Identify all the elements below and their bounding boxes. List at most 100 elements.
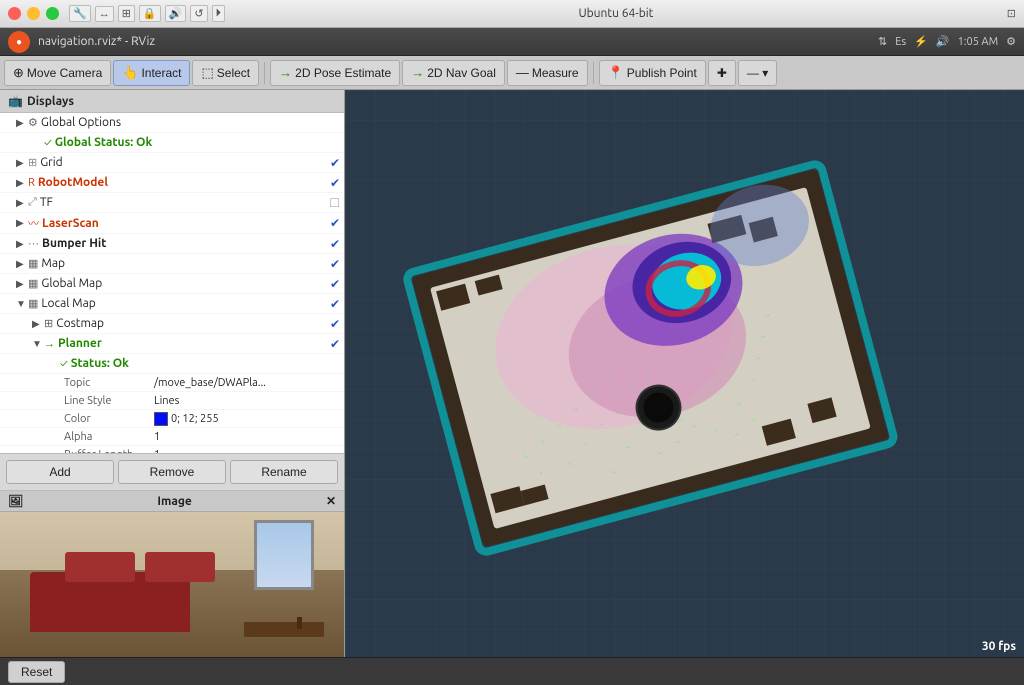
pose-estimate-button[interactable]: → 2D Pose Estimate (270, 60, 400, 86)
label-robot-model: RobotModel (38, 176, 320, 189)
tree-item-global-status[interactable]: ▶ ✓ Global Status: Ok (0, 133, 344, 153)
label-global-options: Global Options (41, 116, 340, 129)
arrow-laser-scan[interactable]: ▶ (16, 217, 26, 229)
separator-1 (264, 62, 265, 84)
icon-laser-scan: 〰 (28, 215, 39, 231)
toolbar-icon-2[interactable]: ↔ (95, 6, 114, 22)
room-table (244, 622, 324, 637)
tree-item-grid[interactable]: ▶ ⊞ Grid ✔ (0, 153, 344, 173)
publish-point-button[interactable]: 📍 Publish Point (599, 60, 706, 86)
tool-options-button[interactable]: — ▾ (738, 60, 777, 86)
arrow-planner[interactable]: ▼ (32, 338, 42, 350)
label-laser-scan: LaserScan (42, 217, 320, 230)
move-camera-button[interactable]: ⊕ Move Camera (4, 60, 111, 86)
arrow-local-map[interactable]: ▼ (16, 298, 26, 310)
sofa-cushion-right (145, 552, 215, 582)
checkbox-robot-model[interactable]: ✔ (320, 176, 340, 190)
checkbox-map[interactable]: ✔ (320, 257, 340, 271)
settings-icon[interactable]: ⚙ (1006, 35, 1016, 48)
tree-item-local-map[interactable]: ▼ ▦ Local Map ✔ (0, 294, 344, 314)
tree-item-costmap[interactable]: ▶ ⊞ Costmap ✔ (0, 314, 344, 334)
select-button[interactable]: ⬚ Select (192, 60, 259, 86)
arrow-tf[interactable]: ▶ (16, 197, 26, 209)
icon-global-map: ▦ (28, 277, 38, 290)
icon-bumper-hit: ⋯ (28, 237, 39, 250)
prop-color: Color 0; 12; 255 (0, 410, 344, 428)
checkbox-tf[interactable]: ☐ (320, 196, 340, 210)
ubuntu-logo[interactable]: ● (8, 31, 30, 53)
tree-item-global-options[interactable]: ▶ ⚙ Global Options (0, 113, 344, 133)
window-controls[interactable] (8, 7, 59, 20)
main-content: 📺 Displays ▶ ⚙ Global Options ▶ ✓ Global… (0, 90, 1024, 657)
checkbox-laser-scan[interactable]: ✔ (320, 216, 340, 230)
arrow-map[interactable]: ▶ (16, 258, 26, 270)
toolbar-icon-7[interactable]: ⏵ (212, 5, 226, 22)
arrow-global-map[interactable]: ▶ (16, 278, 26, 290)
checkbox-grid[interactable]: ✔ (320, 156, 340, 170)
tool-options-icon: — ▾ (747, 66, 768, 80)
tree-item-tf[interactable]: ▶ ⤢ TF ☐ (0, 193, 344, 213)
measure-button[interactable]: — Measure (507, 60, 588, 86)
prop-topic: Topic /move_base/DWAPla... (0, 374, 344, 392)
pose-estimate-icon: → (279, 65, 292, 80)
toolbar-icon-6[interactable]: ↺ (190, 5, 207, 22)
icon-grid: ⊞ (28, 156, 37, 169)
image-panel-close[interactable]: ✕ (326, 494, 336, 508)
label-bumper-hit: Bumper Hit (42, 237, 320, 250)
checkbox-local-map[interactable]: ✔ (320, 297, 340, 311)
add-button[interactable]: Add (6, 460, 114, 484)
maximize-button[interactable] (46, 7, 59, 20)
add-tool-icon: ✚ (717, 66, 727, 80)
rename-button[interactable]: Rename (230, 460, 338, 484)
resize-icon[interactable]: ⊡ (1007, 7, 1016, 20)
remove-button[interactable]: Remove (118, 460, 226, 484)
reset-button[interactable]: Reset (8, 661, 65, 683)
tree-item-planner[interactable]: ▼ → Planner ✔ (0, 334, 344, 354)
interact-label: Interact (141, 66, 181, 80)
checkbox-costmap[interactable]: ✔ (320, 317, 340, 331)
arrow-grid[interactable]: ▶ (16, 157, 26, 169)
select-label: Select (217, 66, 250, 80)
icon-costmap: ⊞ (44, 317, 53, 330)
close-button[interactable] (8, 7, 21, 20)
toolbar-icon-4[interactable]: 🔒 (139, 5, 161, 22)
title-bar: 🔧 ↔ ⊞ 🔒 🔊 ↺ ⏵ Ubuntu 64-bit ⊡ (0, 0, 1024, 28)
viz-panel[interactable]: → → → → → → → → → → → → → → → → → (345, 90, 1024, 657)
arrow-bumper-hit[interactable]: ▶ (16, 238, 26, 250)
tree-item-bumper-hit[interactable]: ▶ ⋯ Bumper Hit ✔ (0, 234, 344, 254)
tree-item-laser-scan[interactable]: ▶ 〰 LaserScan ✔ (0, 213, 344, 234)
label-planner: Planner (58, 337, 320, 350)
image-panel: 🖼 Image ✕ (0, 490, 344, 657)
pose-estimate-label: 2D Pose Estimate (295, 66, 391, 80)
volume-icon: 🔊 (936, 35, 950, 48)
separator-2 (593, 62, 594, 84)
toolbar-icon-1[interactable]: 🔧 (69, 5, 91, 22)
arrow-robot-model[interactable]: ▶ (16, 177, 26, 189)
prop-topic-value: /move_base/DWAPla... (154, 377, 340, 389)
tree-item-planner-status[interactable]: ▶ ✓ Status: Ok (0, 354, 344, 374)
add-tool-button[interactable]: ✚ (708, 60, 736, 86)
svg-text:→: → (604, 373, 613, 383)
interact-button[interactable]: 👆 Interact (113, 60, 190, 86)
tree-item-global-map[interactable]: ▶ ▦ Global Map ✔ (0, 274, 344, 294)
checkbox-global-map[interactable]: ✔ (320, 277, 340, 291)
arrow-global-options[interactable]: ▶ (16, 117, 26, 129)
checkbox-planner[interactable]: ✔ (320, 337, 340, 351)
prop-topic-label: Topic (64, 377, 154, 389)
tree-item-robot-model[interactable]: ▶ R RobotModel ✔ (0, 173, 344, 193)
window-title: Ubuntu 64-bit (225, 7, 1007, 20)
arrow-costmap[interactable]: ▶ (32, 318, 42, 330)
svg-text:→: → (643, 367, 652, 377)
toolbar-icons: 🔧 ↔ ⊞ 🔒 🔊 ↺ ⏵ (69, 5, 225, 22)
label-costmap: Costmap (56, 317, 320, 330)
toolbar-icon-3[interactable]: ⊞ (118, 5, 135, 22)
icon-local-map: ▦ (28, 297, 38, 310)
minimize-button[interactable] (27, 7, 40, 20)
svg-text:→: → (628, 383, 637, 393)
tree-item-map[interactable]: ▶ ▦ Map ✔ (0, 254, 344, 274)
toolbar-icon-5[interactable]: 🔊 (165, 5, 187, 22)
room-sofa (30, 572, 190, 632)
nav-goal-button[interactable]: → 2D Nav Goal (402, 60, 505, 86)
checkbox-bumper-hit[interactable]: ✔ (320, 237, 340, 251)
label-tf: TF (40, 196, 320, 209)
